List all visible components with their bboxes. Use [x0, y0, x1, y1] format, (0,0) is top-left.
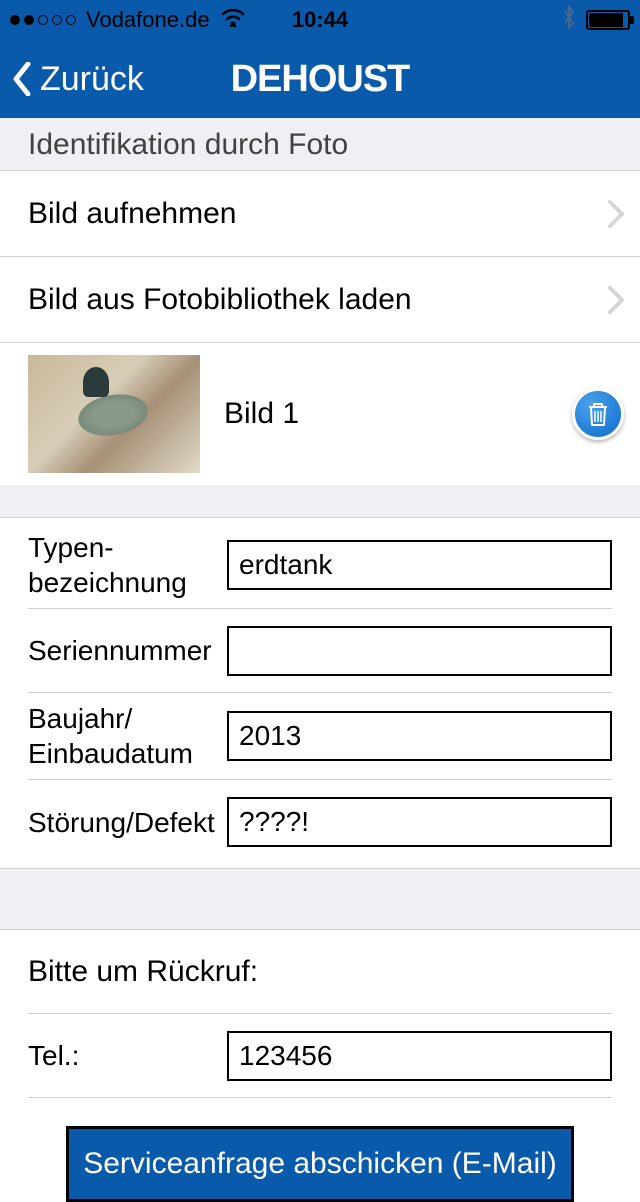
take-photo-label: Bild aufnehmen [28, 197, 608, 231]
wifi-icon [220, 7, 246, 33]
take-photo-row[interactable]: Bild aufnehmen [0, 171, 640, 257]
chevron-right-icon [608, 200, 624, 228]
chevron-right-icon [608, 286, 624, 314]
battery-icon [586, 10, 630, 30]
year-label: Baujahr/ Einbaudatum [28, 693, 227, 779]
form-section: Typen- bezeichnung Seriennummer Baujahr/… [0, 517, 640, 869]
type-label: Typen- bezeichnung [28, 522, 227, 608]
callback-title: Bitte um Rückruf: [28, 930, 612, 1014]
nav-bar: Zurück DEHOUST [0, 40, 640, 118]
trash-icon [585, 400, 611, 428]
tel-input[interactable] [227, 1031, 612, 1081]
image-row: Bild 1 [0, 343, 640, 485]
type-row: Typen- bezeichnung [28, 522, 612, 609]
defect-input[interactable] [227, 797, 612, 847]
submit-button[interactable]: Serviceanfrage abschicken (E-Mail) [66, 1126, 574, 1202]
chevron-left-icon [12, 62, 32, 96]
serial-input[interactable] [227, 626, 612, 676]
year-row: Baujahr/ Einbaudatum [28, 693, 612, 780]
image-label: Bild 1 [224, 397, 572, 431]
load-photo-row[interactable]: Bild aus Fotobibliothek laden [0, 257, 640, 343]
tel-row: Tel.: [28, 1014, 612, 1098]
delete-image-button[interactable] [572, 388, 624, 440]
serial-row: Seriennummer [28, 609, 612, 693]
spacer [0, 869, 640, 929]
bluetooth-icon [562, 5, 576, 35]
serial-label: Seriennummer [28, 625, 227, 676]
back-label: Zurück [40, 60, 144, 99]
defect-label: Störung/Defekt [28, 797, 227, 848]
status-bar: Vodafone.de 10:44 [0, 0, 640, 40]
carrier-label: Vodafone.de [86, 7, 210, 33]
signal-dots [10, 15, 76, 25]
year-input[interactable] [227, 711, 612, 761]
tel-label: Tel.: [28, 1030, 227, 1081]
image-thumbnail[interactable] [28, 355, 200, 473]
defect-row: Störung/Defekt [28, 780, 612, 864]
load-photo-label: Bild aus Fotobibliothek laden [28, 283, 608, 317]
type-input[interactable] [227, 540, 612, 590]
photo-section-header: Identifikation durch Foto [0, 118, 640, 171]
app-title: DEHOUST [231, 58, 410, 101]
back-button[interactable]: Zurück [12, 60, 144, 99]
callback-section: Bitte um Rückruf: Tel.: Serviceanfrage a… [0, 929, 640, 1202]
status-time: 10:44 [292, 7, 348, 33]
